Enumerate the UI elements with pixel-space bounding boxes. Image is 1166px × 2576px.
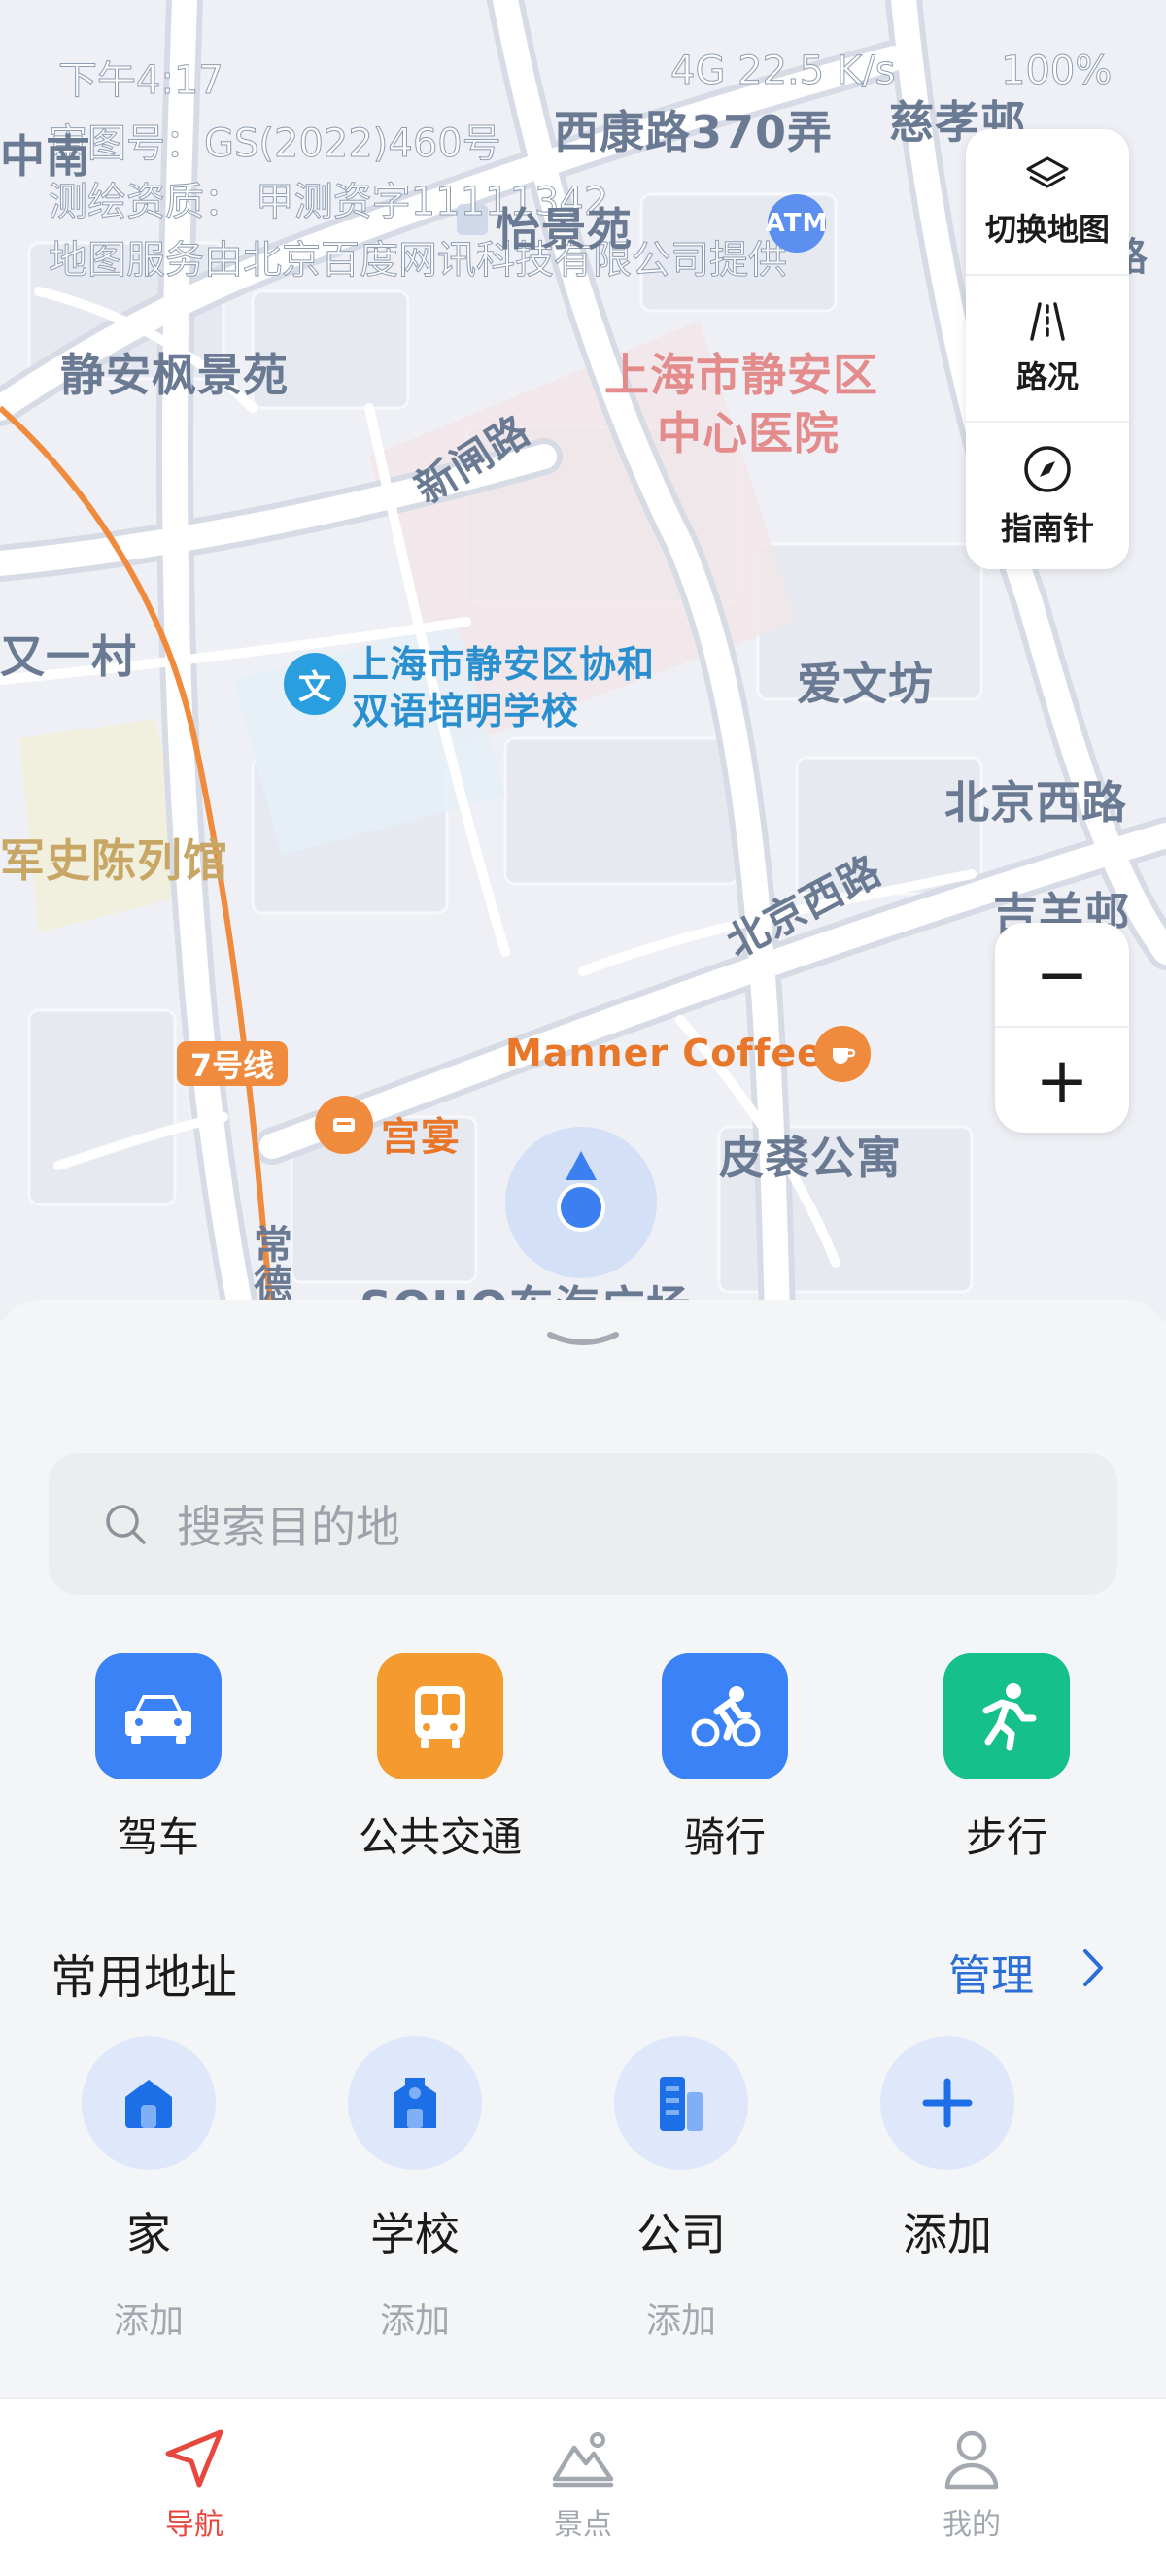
- map-label-xikang-370: 西康路370弄: [554, 106, 834, 158]
- favorite-home[interactable]: 家 添加: [51, 2036, 246, 2343]
- mode-drive[interactable]: 驾车: [42, 1653, 275, 1864]
- map-label-history-museum: 军史陈列馆: [0, 834, 228, 887]
- travel-mode-row: 驾车 公共交通 骑行 步行: [0, 1653, 1166, 1867]
- bottom-tab-bar: 导航 景点 我的: [0, 2397, 1166, 2576]
- mode-cycle[interactable]: 骑行: [608, 1653, 841, 1864]
- tab-scenic-label: 景点: [554, 2508, 612, 2542]
- map-copyright-line1: 审图号：GS(2022)460号: [49, 121, 502, 167]
- status-network: 4G 22.5 K/s: [669, 49, 896, 94]
- map-label-beijing-west-side: 北京西路: [944, 776, 1127, 829]
- compass-label: 指南针: [1000, 509, 1094, 547]
- mode-drive-label: 驾车: [117, 1813, 199, 1861]
- compass-icon: [1024, 445, 1071, 492]
- school-icon: [348, 2036, 482, 2170]
- car-icon: [95, 1653, 222, 1779]
- traffic-label: 路况: [1015, 357, 1079, 395]
- layers-icon: [1026, 156, 1069, 187]
- favorite-office-add[interactable]: 添加: [646, 2292, 716, 2343]
- map-label-yijing: 怡景苑: [496, 203, 633, 255]
- favorite-school-add[interactable]: 添加: [380, 2292, 450, 2343]
- zoom-in-button[interactable]: +: [995, 1028, 1129, 1133]
- favorite-add[interactable]: 添加: [850, 2036, 1045, 2263]
- mode-walk[interactable]: 步行: [890, 1653, 1123, 1864]
- coffee-icon[interactable]: [814, 1026, 871, 1082]
- zoom-out-button[interactable]: −: [995, 923, 1129, 1028]
- map-label-changde: 常德: [247, 1224, 292, 1304]
- favorite-home-add[interactable]: 添加: [114, 2292, 184, 2343]
- favorite-school-label: 学校: [370, 2208, 460, 2260]
- map-label-jingan-fengjing: 静安枫景苑: [60, 349, 289, 401]
- tab-scenic[interactable]: 景点: [486, 2424, 680, 2543]
- map-label-youyi-village: 又一村: [0, 630, 137, 683]
- sheet-handle-chevron-icon[interactable]: [544, 1329, 622, 1352]
- search-placeholder: 搜索目的地: [177, 1501, 400, 1553]
- office-icon: [614, 2036, 748, 2170]
- atm-icon[interactable]: ATM: [766, 194, 827, 253]
- tab-navigation[interactable]: 导航: [97, 2424, 292, 2543]
- search-input[interactable]: 搜索目的地: [49, 1453, 1117, 1595]
- zoom-controls: − +: [995, 923, 1129, 1133]
- bus-icon: [377, 1653, 503, 1779]
- current-location-marker: [505, 1127, 657, 1278]
- map-label-zhong: 中南: [0, 130, 91, 183]
- map-label-hospital-1[interactable]: 上海市静安区: [604, 340, 878, 404]
- tab-profile[interactable]: 我的: [874, 2424, 1069, 2543]
- plus-icon: [880, 2036, 1014, 2170]
- status-time: 下午4:17: [58, 58, 224, 104]
- school-poi-icon[interactable]: 文: [284, 653, 346, 715]
- navigation-icon: [165, 2429, 223, 2488]
- profile-icon: [944, 2430, 999, 2490]
- map-label-school-1[interactable]: 上海市静安区协和: [352, 641, 655, 688]
- map-label-school-2[interactable]: 双语培明学校: [352, 688, 579, 734]
- favorite-add-label: 添加: [903, 2208, 992, 2260]
- map-label-gongyan[interactable]: 宫宴: [381, 1105, 461, 1162]
- compass-button[interactable]: 指南针: [966, 423, 1129, 569]
- switch-map-label: 切换地图: [984, 210, 1110, 248]
- mode-walk-label: 步行: [965, 1813, 1047, 1861]
- map-label-manner-coffee[interactable]: Manner Coffee: [505, 1032, 823, 1074]
- favorite-home-label: 家: [126, 2208, 171, 2260]
- favorites-title: 常用地址: [51, 1950, 238, 2005]
- switch-map-button[interactable]: 切换地图: [966, 129, 1129, 276]
- mode-transit[interactable]: 公共交通: [324, 1653, 557, 1864]
- bike-icon: [662, 1653, 788, 1779]
- traffic-button[interactable]: 路况: [966, 276, 1129, 423]
- tab-profile-label: 我的: [943, 2508, 1001, 2542]
- search-icon: [106, 1505, 146, 1544]
- chevron-right-icon[interactable]: [1080, 1947, 1106, 1989]
- restaurant-icon[interactable]: [315, 1096, 373, 1154]
- tab-navigation-label: 导航: [165, 2508, 223, 2542]
- map-label-hospital-2[interactable]: 中心医院: [657, 398, 840, 462]
- traffic-road-icon: [1030, 301, 1065, 341]
- home-icon: [82, 2036, 216, 2170]
- bottom-sheet[interactable]: 搜索目的地 驾车 公共交通 骑行 步行 常用地址 管理 家 添加 学校 添加 公…: [0, 1300, 1166, 2397]
- favorite-school[interactable]: 学校 添加: [318, 2036, 512, 2343]
- map-label-aiwen: 爱文坊: [797, 658, 934, 710]
- scenic-icon: [552, 2432, 614, 2488]
- map-label-pishuang: 皮裘公寓: [719, 1132, 902, 1184]
- map-copyright-line3: 地图服务由北京百度网讯科技有限公司提供: [49, 238, 788, 284]
- mode-transit-label: 公共交通: [358, 1813, 522, 1861]
- favorites-manage-link[interactable]: 管理: [948, 1941, 1034, 2003]
- favorite-office[interactable]: 公司 添加: [584, 2036, 778, 2343]
- map-view[interactable]: 下午4:17 4G 22.5 K/s 100% 审图号：GS(2022)460号…: [0, 0, 1166, 1321]
- walk-icon: [943, 1653, 1070, 1779]
- mode-cycle-label: 骑行: [683, 1813, 766, 1861]
- map-controls-panel: 切换地图 路况 指南针: [966, 129, 1129, 569]
- metro-line7-badge[interactable]: 7号线: [177, 1041, 288, 1086]
- favorite-office-label: 公司: [636, 2208, 726, 2260]
